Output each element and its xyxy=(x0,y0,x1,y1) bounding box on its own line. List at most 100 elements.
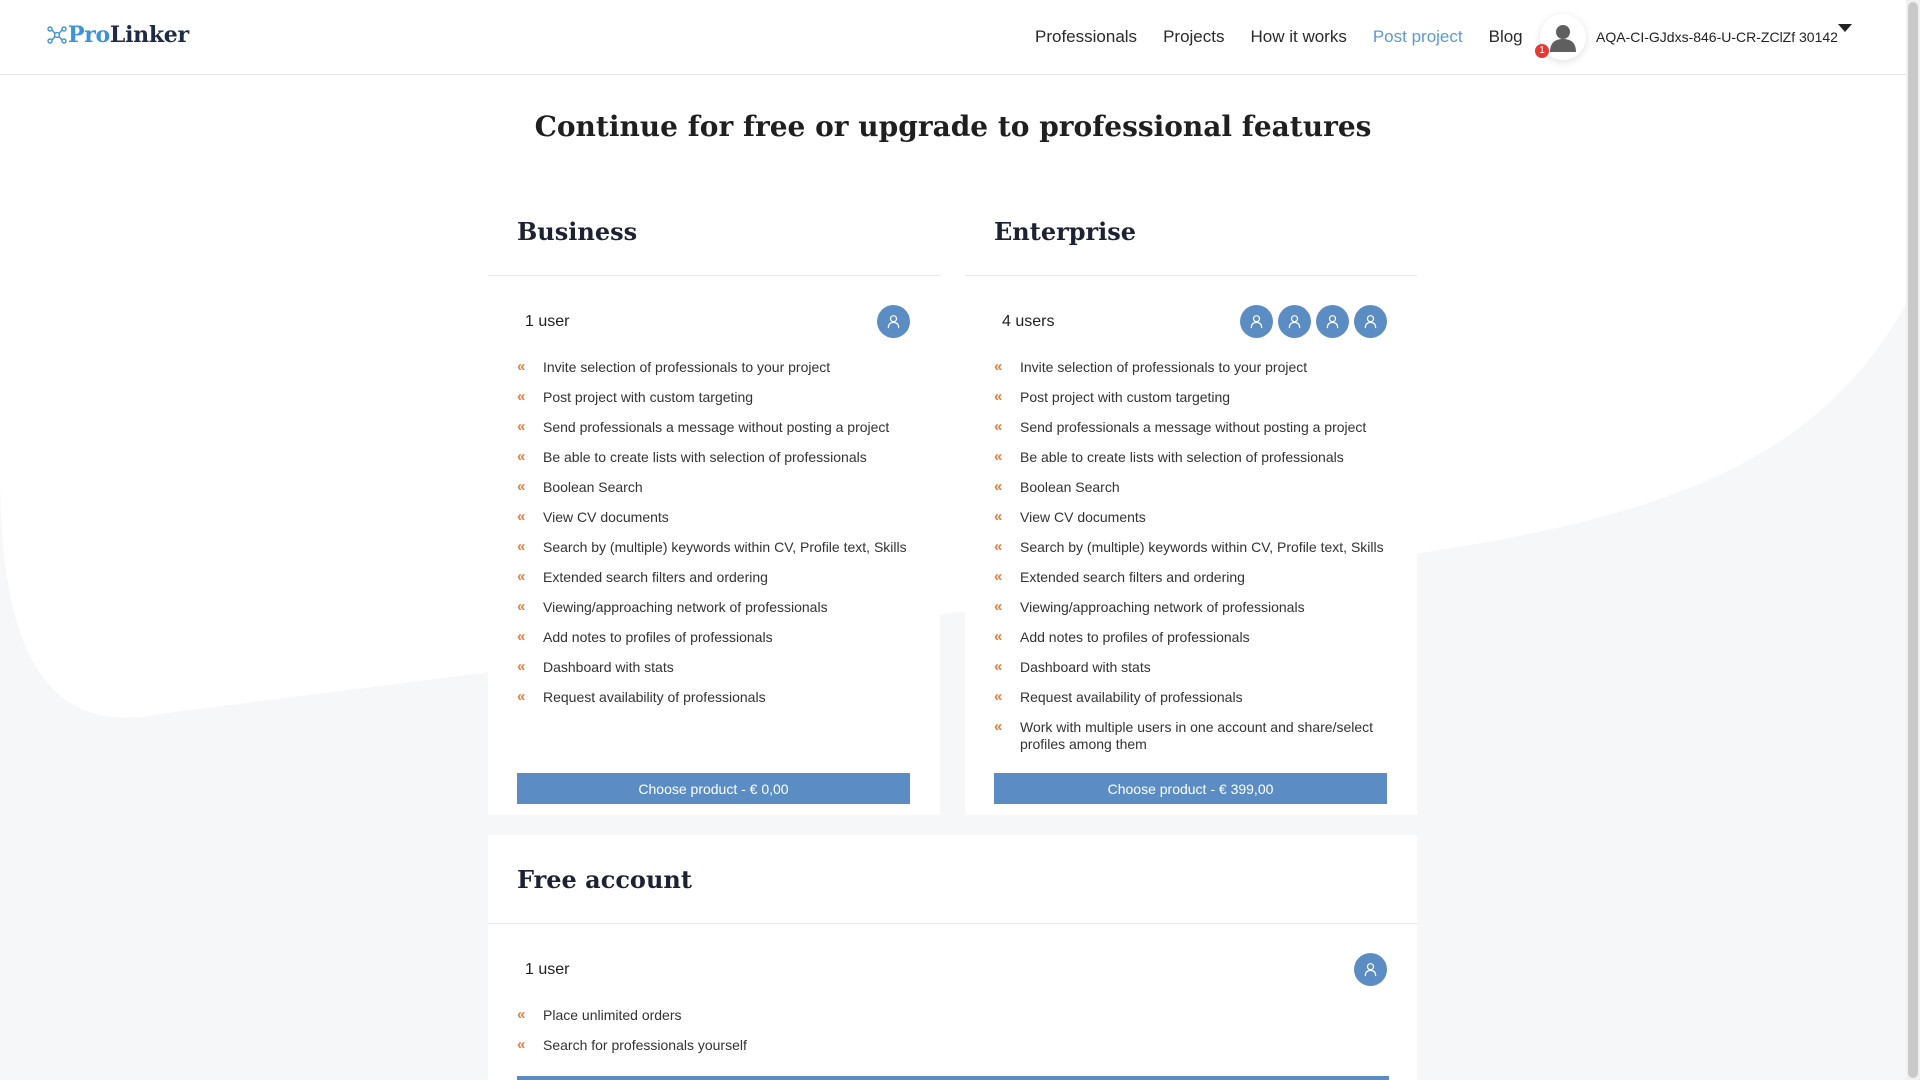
double-chevron-left-icon: « xyxy=(517,388,526,405)
feature-item: « View CV documents xyxy=(517,508,917,526)
top-header: ProLinker Professionals Projects How it … xyxy=(0,0,1906,75)
double-chevron-left-icon: « xyxy=(994,358,1003,375)
page-title: Continue for free or upgrade to professi… xyxy=(534,110,1372,143)
user-icon xyxy=(1354,953,1387,986)
double-chevron-left-icon: « xyxy=(994,448,1003,465)
plan-title: Free account xyxy=(517,865,692,894)
nav-blog[interactable]: Blog xyxy=(1489,27,1523,47)
double-chevron-left-icon: « xyxy=(517,358,526,375)
double-chevron-left-icon: « xyxy=(517,538,526,555)
feature-item: « Boolean Search xyxy=(994,478,1394,496)
users-label: 1 user xyxy=(525,313,570,330)
feature-text: Search by (multiple) keywords within CV,… xyxy=(543,539,907,555)
double-chevron-left-icon: « xyxy=(517,598,526,615)
choose-enterprise-button[interactable]: Choose product - € 399,00 xyxy=(994,773,1387,804)
double-chevron-left-icon: « xyxy=(994,688,1003,705)
feature-item: « Extended search filters and ordering xyxy=(994,568,1394,586)
notification-badge[interactable]: 1 xyxy=(1535,44,1549,58)
feature-text: Request availability of professionals xyxy=(1020,689,1243,705)
double-chevron-left-icon: « xyxy=(994,508,1003,525)
feature-item: « Viewing/approaching network of professi… xyxy=(994,598,1394,616)
user-icons xyxy=(877,305,910,338)
plan-title: Enterprise xyxy=(994,217,1137,246)
feature-item: « Be able to create lists with selection … xyxy=(994,448,1394,466)
background-shape xyxy=(0,74,1906,718)
user-icons xyxy=(1240,305,1387,338)
user-name[interactable]: AQA-CI-GJdxs-846-U-CR-ZClZf 30142 xyxy=(1596,29,1838,45)
feature-item: « Add notes to profiles of professionals xyxy=(517,628,917,646)
user-menu[interactable]: 1 AQA-CI-GJdxs-846-U-CR-ZClZf 30142 xyxy=(1535,14,1852,60)
double-chevron-left-icon: « xyxy=(517,628,526,645)
user-icon xyxy=(1354,305,1387,338)
feature-text: Dashboard with stats xyxy=(1020,659,1151,675)
divider xyxy=(488,923,1417,924)
nav-how-it-works[interactable]: How it works xyxy=(1250,27,1346,47)
feature-item: « Send professionals a message without po… xyxy=(994,418,1394,436)
feature-text: Dashboard with stats xyxy=(543,659,674,675)
plan-card-free: Free account 1 user « Place unlimited ord… xyxy=(488,835,1417,1080)
feature-item: « Invite selection of professionals to yo… xyxy=(517,358,917,376)
feature-text: Extended search filters and ordering xyxy=(1020,569,1245,585)
double-chevron-left-icon: « xyxy=(517,1006,526,1023)
double-chevron-left-icon: « xyxy=(994,718,1003,735)
feature-list: « Invite selection of professionals to yo… xyxy=(994,358,1394,766)
logo-text: ProLinker xyxy=(68,22,189,48)
caret-down-icon[interactable] xyxy=(1838,24,1852,32)
double-chevron-left-icon: « xyxy=(994,478,1003,495)
feature-item: « Send professionals a message without po… xyxy=(517,418,917,436)
logo-linker: Linker xyxy=(109,22,189,48)
feature-text: Viewing/approaching network of professio… xyxy=(543,599,828,615)
user-icon xyxy=(877,305,910,338)
feature-text: Request availability of professionals xyxy=(543,689,766,705)
nav-projects[interactable]: Projects xyxy=(1163,27,1224,47)
feature-text: Add notes to profiles of professionals xyxy=(543,629,773,645)
main-nav: Professionals Projects How it works Post… xyxy=(1035,0,1523,74)
feature-item: « Be able to create lists with selection … xyxy=(517,448,917,466)
logo-pro: Pro xyxy=(68,22,110,48)
logo[interactable]: ProLinker xyxy=(46,22,189,48)
feature-item: « Post project with custom targeting xyxy=(994,388,1394,406)
user-silhouette-icon xyxy=(1550,25,1576,52)
user-icons xyxy=(1354,953,1387,986)
scrollbar-thumb[interactable] xyxy=(1908,2,1918,1078)
user-icon xyxy=(1240,305,1273,338)
feature-text: Invite selection of professionals to you… xyxy=(543,359,831,375)
double-chevron-left-icon: « xyxy=(517,688,526,705)
feature-item: « Dashboard with stats xyxy=(994,658,1394,676)
feature-text: Boolean Search xyxy=(1020,479,1120,495)
feature-list: « Place unlimited orders « Search for prof… xyxy=(517,1006,917,1067)
feature-text: Send professionals a message without pos… xyxy=(543,419,890,435)
double-chevron-left-icon: « xyxy=(994,388,1003,405)
feature-text: Place unlimited orders xyxy=(543,1007,682,1023)
double-chevron-left-icon: « xyxy=(517,448,526,465)
feature-item: « Dashboard with stats xyxy=(517,658,917,676)
feature-item: « Work with multiple users in one account… xyxy=(994,718,1394,753)
double-chevron-left-icon: « xyxy=(517,508,526,525)
double-chevron-left-icon: « xyxy=(994,568,1003,585)
double-chevron-left-icon: « xyxy=(517,478,526,495)
feature-text: Be able to create lists with selection o… xyxy=(1020,449,1344,465)
double-chevron-left-icon: « xyxy=(517,568,526,585)
feature-text: Be able to create lists with selection o… xyxy=(543,449,867,465)
network-icon xyxy=(47,26,67,44)
nav-post-project[interactable]: Post project xyxy=(1373,27,1463,47)
feature-item: « Add notes to profiles of professionals xyxy=(994,628,1394,646)
choose-free-button[interactable] xyxy=(517,1076,1389,1080)
avatar[interactable]: 1 xyxy=(1535,14,1586,60)
double-chevron-left-icon: « xyxy=(517,1036,526,1053)
double-chevron-left-icon: « xyxy=(517,418,526,435)
feature-item: « Viewing/approaching network of professi… xyxy=(517,598,917,616)
users-label: 1 user xyxy=(525,961,570,978)
feature-item: « Request availability of professionals xyxy=(517,688,917,706)
double-chevron-left-icon: « xyxy=(994,538,1003,555)
feature-text: Add notes to profiles of professionals xyxy=(1020,629,1250,645)
feature-item: « Post project with custom targeting xyxy=(517,388,917,406)
feature-item: « Extended search filters and ordering xyxy=(517,568,917,586)
feature-item: « Place unlimited orders xyxy=(517,1006,917,1024)
double-chevron-left-icon: « xyxy=(994,418,1003,435)
choose-business-button[interactable]: Choose product - € 0,00 xyxy=(517,773,910,804)
user-icon xyxy=(1278,305,1311,338)
feature-text: Work with multiple users in one account … xyxy=(1020,719,1374,752)
scrollbar[interactable] xyxy=(1906,0,1920,1080)
nav-professionals[interactable]: Professionals xyxy=(1035,27,1137,47)
